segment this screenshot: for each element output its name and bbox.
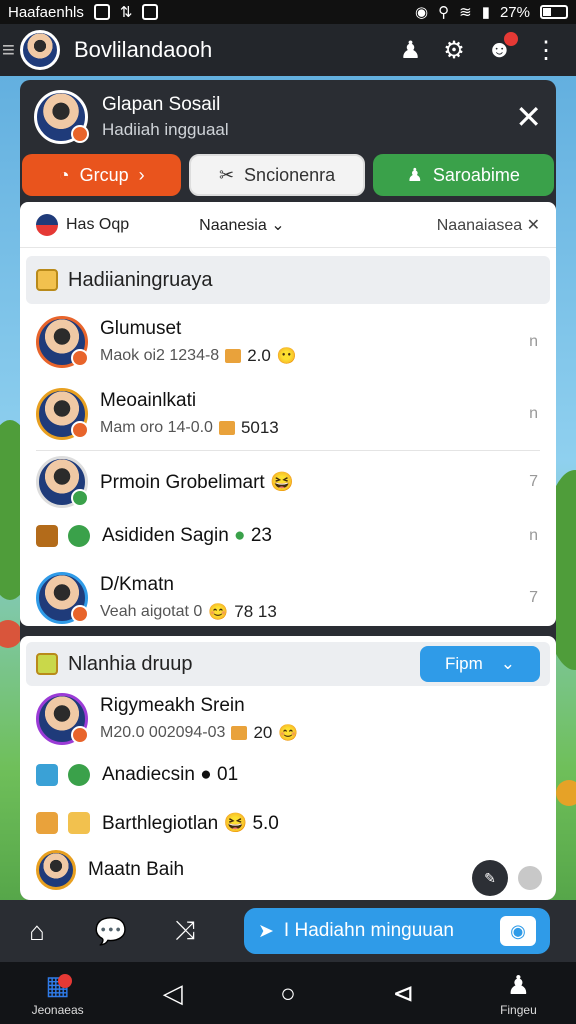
tools-icon: ✂: [218, 164, 235, 185]
gift-icon: [218, 421, 235, 435]
tab-bar: ◔ Grcup › ✂ Sncionenra ♟ Saroabime: [20, 154, 556, 196]
back-icon[interactable]: ◁: [115, 978, 230, 1009]
menu-icon[interactable]: ≡: [2, 37, 16, 63]
list-item[interactable]: Anadiecsin ● 01: [20, 752, 556, 798]
chevron-down-icon: ⌄: [500, 654, 516, 673]
check-icon: [68, 525, 90, 547]
more-icon[interactable]: n: [529, 333, 538, 351]
avatar[interactable]: [20, 30, 60, 70]
recents-icon[interactable]: ⊲: [346, 978, 461, 1009]
alarm-icon: ◉: [415, 4, 429, 21]
section-header: Hadiianingruaya: [26, 256, 550, 304]
scroll-dot[interactable]: [518, 866, 542, 890]
chat-bubble-icon[interactable]: ✎: [472, 860, 508, 896]
signal-icon: ▮: [481, 4, 490, 21]
gear-icon[interactable]: ⚙: [443, 36, 465, 65]
filter-bar: Has Oqp Naanesia ⌄ Naanaiasea ✕: [20, 202, 556, 248]
badge-icon: [36, 764, 58, 786]
tab-group[interactable]: ◔ Grcup ›: [22, 154, 182, 196]
emoji-icon: 😆: [223, 813, 248, 834]
avatar: [36, 693, 89, 745]
dialog-title: Glapan Sosail: [102, 94, 221, 115]
check-icon: ●: [234, 525, 246, 546]
close-icon[interactable]: ✕: [515, 98, 542, 136]
friends-card: Has Oqp Naanesia ⌄ Naanaiasea ✕ Hadiiani…: [20, 202, 556, 626]
status-bar: Haafaenhls ⇅ ◉ ⚲ ≋ ▮ 27%: [0, 0, 576, 24]
coin-icon: ●: [200, 764, 212, 785]
filter-region[interactable]: Naanaiasea ✕: [437, 215, 540, 235]
more-icon[interactable]: n: [529, 405, 538, 423]
dialog-avatar: [34, 90, 89, 144]
dialog-subtitle: Hadiiah ingguaal: [102, 120, 229, 139]
avatar: [36, 388, 89, 440]
emoji-icon: 😊: [278, 725, 299, 742]
emoji-icon: 😆: [270, 472, 294, 493]
filter-group[interactable]: Has Oqp: [66, 216, 129, 234]
emoji-icon: 😶: [276, 348, 297, 365]
group-icon: ◔: [58, 164, 70, 185]
list-item[interactable]: Asididen Sagin ● 23 n: [20, 513, 556, 559]
notifications-icon[interactable]: ☻: [487, 32, 518, 64]
group-card: Nlanhia druup Fipm ⌄ Rigymeakh Srein M20.…: [20, 636, 556, 900]
clear-icon: ✕: [526, 216, 540, 234]
chevron-down-icon: ⌄: [271, 216, 285, 234]
system-nav-bar: ▦ Jeonaeas ◁ ○ ⊲ ♟ Fingeu: [0, 962, 576, 1024]
battery-percent: 27%: [499, 3, 530, 21]
notification-icon: [93, 4, 110, 20]
list-item[interactable]: Barthlegiotlan 😆 5.0: [20, 798, 556, 848]
camera-icon: ◉: [500, 916, 536, 946]
chevron-right-icon: ›: [138, 164, 145, 185]
home-icon[interactable]: ⌂: [0, 916, 74, 947]
battery-icon: [540, 5, 568, 19]
home-circle-icon[interactable]: ○: [230, 978, 345, 1009]
gift-icon: [36, 269, 58, 291]
avatar: [36, 572, 89, 624]
more-vert-icon[interactable]: ⋮: [534, 36, 558, 65]
filter-country[interactable]: Naanesia ⌄: [199, 215, 284, 235]
list-item[interactable]: Prmoin Grobelimart 😆 7: [20, 451, 556, 513]
person-icon: ♟: [406, 164, 423, 185]
more-icon[interactable]: 7: [529, 473, 538, 491]
sync-icon: ⇅: [119, 4, 133, 21]
flag-icon: [36, 213, 58, 236]
gift-icon: [36, 653, 58, 675]
gift-icon: [231, 726, 248, 740]
app-title: Bovlilandaooh: [74, 37, 213, 62]
app-notification-icon: [142, 4, 159, 20]
more-icon[interactable]: 7: [529, 589, 538, 607]
tab-subscribe[interactable]: ♟ Saroabime: [372, 154, 554, 196]
gift-icon: [225, 349, 242, 363]
edit-icon: ➤: [258, 920, 274, 942]
profile-icon: ♟: [506, 969, 531, 1000]
check-icon: [68, 764, 90, 786]
social-dialog: Glapan Sosail Hadiiah ingguaal ✕ ◔ Grcup…: [20, 80, 556, 900]
emoji-icon: 😊: [208, 604, 229, 621]
nav-home[interactable]: ▦ Jeonaeas: [0, 970, 115, 1017]
app-bar: ≡ Bovlilandaooh ♟ ⚙ ☻ ⋮: [0, 24, 576, 76]
avatar: [36, 456, 89, 508]
tab-section[interactable]: ✂ Sncionenra: [189, 154, 365, 196]
location-icon: ⚲: [438, 4, 450, 21]
chat-icon[interactable]: 💬: [74, 916, 148, 947]
more-icon[interactable]: n: [529, 527, 538, 545]
section-header: Nlanhia druup Fipm ⌄: [26, 642, 550, 686]
list-item[interactable]: D/Kmatn Veah aigotat 0 😊 78 13 7: [20, 559, 556, 637]
badge-icon: [36, 525, 58, 547]
send-gift-button[interactable]: ➤ I Hadiahn minguuan ◉: [244, 908, 550, 954]
list-item[interactable]: Glumuset Maok oi2 1234-8 2.0 😶 n: [20, 306, 556, 378]
add-person-icon[interactable]: ♟: [400, 36, 422, 65]
carrier-text: Haafaenhls: [8, 3, 84, 21]
hand-icon: [68, 812, 90, 834]
follow-button[interactable]: Fipm ⌄: [420, 646, 540, 682]
avatar: [36, 850, 76, 890]
nav-profile[interactable]: ♟ Fingeu: [461, 970, 576, 1017]
avatar: [36, 316, 89, 368]
gift-icon: [36, 812, 58, 834]
list-item[interactable]: Meoainlkati Mam oro 14-0.0 5013 n: [20, 378, 556, 450]
swap-icon[interactable]: ⤨: [148, 915, 222, 947]
bottom-toolbar: ⌂ 💬 ⤨ ➤ I Hadiahn minguuan ◉: [0, 900, 576, 962]
list-item[interactable]: Rigymeakh Srein M20.0 002094-03 20 😊: [20, 686, 556, 752]
wifi-icon: ≋: [459, 4, 472, 21]
